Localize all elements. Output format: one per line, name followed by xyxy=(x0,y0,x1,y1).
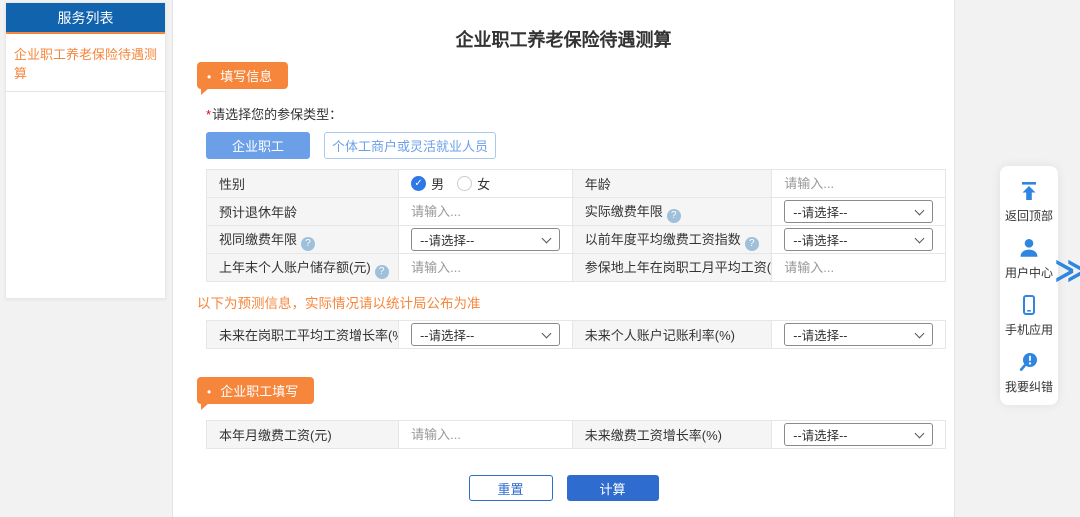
actual-payment-years-select[interactable]: --请选择-- xyxy=(784,200,933,223)
bullet-icon: • xyxy=(207,70,211,84)
collapse-panel-chevron-icon[interactable]: ≫ xyxy=(1054,254,1080,286)
quick-panel-label: 返回顶部 xyxy=(1005,207,1053,224)
check-icon: ✓ xyxy=(414,178,422,189)
main-panel: 企业职工养老保险待遇测算 • 填写信息 *请选择您的参保类型： 企业职工 个体工商… xyxy=(172,0,955,517)
avg-payment-wage-index-select[interactable]: --请选择-- xyxy=(784,228,933,251)
service-sidebar: 服务列表 企业职工养老保险待遇测算 xyxy=(5,2,166,299)
quick-panel-label: 我要纠错 xyxy=(1005,378,1053,395)
account-balance-input[interactable] xyxy=(411,260,560,275)
forecast-note: 以下为预测信息，实际情况请以统计局公布为准 xyxy=(197,292,954,312)
section-badge-fill-info: • 填写信息 xyxy=(197,62,288,89)
quick-panel-label: 用户中心 xyxy=(1005,264,1053,281)
table-row: 性别 ✓ 男 女 年龄 xyxy=(207,170,946,198)
future-wage-growth-rate-label: 未来在岗职工平均工资增长率(%) xyxy=(207,321,399,349)
expected-retirement-age-input[interactable] xyxy=(411,204,560,219)
deemed-payment-years-select[interactable]: --请选择-- xyxy=(411,228,560,251)
age-label: 年龄 xyxy=(572,170,772,198)
reset-button[interactable]: 重置 xyxy=(469,475,553,501)
local-avg-monthly-wage-input[interactable] xyxy=(784,260,933,275)
quick-panel: 返回顶部 用户中心 手机应用 xyxy=(1000,166,1058,405)
radio-male[interactable]: ✓ xyxy=(411,176,426,191)
local-avg-monthly-wage-label: 参保地上年在岗职工月平均工资(元)? xyxy=(572,254,772,282)
quick-panel-label: 手机应用 xyxy=(1005,321,1053,338)
insured-type-label: *请选择您的参保类型： xyxy=(206,104,954,123)
bullet-icon: • xyxy=(207,385,211,399)
mobile-app-button[interactable]: 手机应用 xyxy=(1005,294,1053,338)
future-wage-growth-rate-select[interactable]: --请选择-- xyxy=(411,323,560,346)
account-balance-label: 上年末个人账户储存额(元)? xyxy=(207,254,399,282)
type-button-flexible-employment[interactable]: 个体工商户或灵活就业人员 xyxy=(324,132,496,159)
current-monthly-payment-wage-label: 本年月缴费工资(元) xyxy=(207,421,399,449)
deemed-payment-years-label: 视同缴费年限? xyxy=(207,226,399,254)
basic-info-table: 性别 ✓ 男 女 年龄 预计退休年龄 实际缴费年限? --请选择-- xyxy=(206,169,946,282)
chevron-down-icon xyxy=(915,206,925,216)
avg-payment-wage-index-label: 以前年度平均缴费工资指数? xyxy=(572,226,772,254)
back-to-top-icon xyxy=(1018,180,1040,202)
mobile-app-icon xyxy=(1018,294,1040,316)
table-row: 上年末个人账户储存额(元)? 参保地上年在岗职工月平均工资(元)? xyxy=(207,254,946,282)
type-button-enterprise-employee[interactable]: 企业职工 xyxy=(206,132,310,159)
chevron-down-icon xyxy=(541,329,551,339)
future-account-interest-rate-select[interactable]: --请选择-- xyxy=(784,323,933,346)
table-row: 视同缴费年限? --请选择-- 以前年度平均缴费工资指数? --请选择-- xyxy=(207,226,946,254)
actual-payment-years-label: 实际缴费年限? xyxy=(572,198,772,226)
back-to-top-button[interactable]: 返回顶部 xyxy=(1005,180,1053,224)
expected-retirement-age-label: 预计退休年龄 xyxy=(207,198,399,226)
enterprise-table: 本年月缴费工资(元) 未来缴费工资增长率(%) --请选择-- xyxy=(206,420,946,449)
help-icon[interactable]: ? xyxy=(745,237,759,251)
help-icon[interactable]: ? xyxy=(301,237,315,251)
radio-male-label: 男 xyxy=(431,174,444,193)
section-badge-label: 填写信息 xyxy=(220,69,272,84)
future-payment-wage-growth-rate-select[interactable]: --请选择-- xyxy=(784,423,933,446)
sidebar-header: 服务列表 xyxy=(6,3,165,34)
calculate-button[interactable]: 计算 xyxy=(567,475,659,501)
table-row: 未来在岗职工平均工资增长率(%) --请选择-- 未来个人账户记账利率(%) -… xyxy=(207,321,946,349)
gender-radio-group: ✓ 男 女 xyxy=(411,174,498,193)
error-correction-button[interactable]: 我要纠错 xyxy=(1005,351,1053,395)
chevron-down-icon xyxy=(915,329,925,339)
age-input[interactable] xyxy=(784,176,933,191)
future-payment-wage-growth-rate-label: 未来缴费工资增长率(%) xyxy=(572,421,772,449)
current-monthly-payment-wage-input[interactable] xyxy=(411,427,560,442)
help-icon[interactable]: ? xyxy=(375,265,389,279)
gender-label: 性别 xyxy=(207,170,399,198)
page: 服务列表 企业职工养老保险待遇测算 企业职工养老保险待遇测算 • 填写信息 *请选… xyxy=(0,0,1080,517)
forecast-table: 未来在岗职工平均工资增长率(%) --请选择-- 未来个人账户记账利率(%) -… xyxy=(206,320,946,349)
table-row: 预计退休年龄 实际缴费年限? --请选择-- xyxy=(207,198,946,226)
user-center-button[interactable]: 用户中心 xyxy=(1005,237,1053,281)
error-correction-icon xyxy=(1018,351,1040,373)
page-title: 企业职工养老保险待遇测算 xyxy=(173,26,954,52)
table-row: 本年月缴费工资(元) 未来缴费工资增长率(%) --请选择-- xyxy=(207,421,946,449)
required-asterisk: * xyxy=(206,107,211,122)
future-account-interest-rate-label: 未来个人账户记账利率(%) xyxy=(572,321,772,349)
action-buttons: 重置 计算 xyxy=(173,475,954,501)
user-center-icon xyxy=(1018,237,1040,259)
insured-type-buttons: 企业职工 个体工商户或灵活就业人员 xyxy=(206,132,954,159)
section-badge-label: 企业职工填写 xyxy=(220,384,298,399)
radio-female[interactable] xyxy=(457,176,472,191)
chevron-down-icon xyxy=(915,429,925,439)
sidebar-item-pension-calc[interactable]: 企业职工养老保险待遇测算 xyxy=(6,34,165,92)
chevron-down-icon xyxy=(541,234,551,244)
chevron-down-icon xyxy=(915,234,925,244)
radio-female-label: 女 xyxy=(477,174,490,193)
section-badge-enterprise-fill: • 企业职工填写 xyxy=(197,377,314,404)
help-icon[interactable]: ? xyxy=(667,209,681,223)
